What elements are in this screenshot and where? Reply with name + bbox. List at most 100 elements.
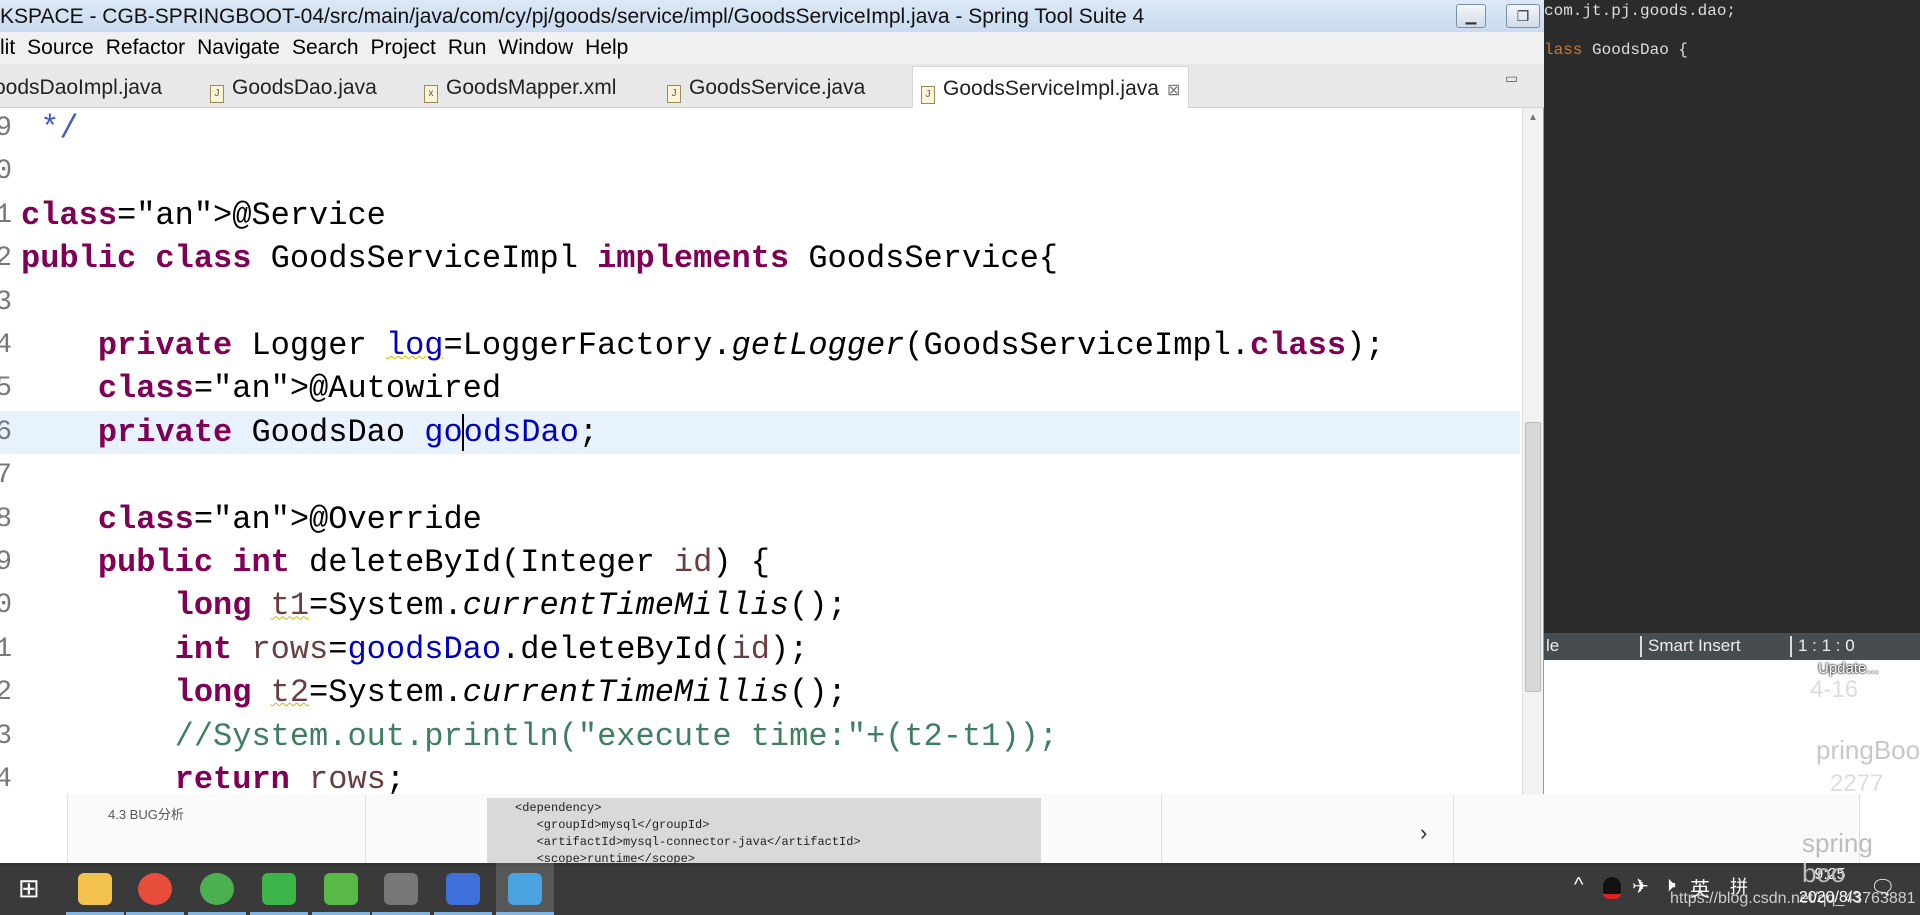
code-block-line: <artifactId>mysql-connector-java</artifa…: [515, 835, 861, 849]
line-number: 25: [0, 367, 12, 410]
cursor-position: 1 : 1 : 0: [1798, 636, 1855, 655]
code-text: class="an">@Override: [97, 500, 482, 538]
class-keyword: lass: [1544, 41, 1583, 59]
restore-button[interactable]: ❐: [1506, 4, 1540, 28]
code-text: public int deleteById(Integer id) {: [97, 544, 770, 581]
code-editor[interactable]: 19 */2021class="an">@Service22public cla…: [0, 108, 1544, 794]
wps-icon[interactable]: [446, 873, 480, 905]
close-tab-icon[interactable]: ⊠: [1167, 82, 1180, 99]
tab-label: GoodsMapper.xml: [446, 76, 617, 99]
code-line[interactable]: 34 return rows;: [0, 758, 1520, 794]
code-block-line: <dependency>: [515, 801, 602, 815]
faded-text: spring boo: [1802, 828, 1873, 888]
file-explorer-icon[interactable]: [78, 873, 112, 905]
code-block-line: <scope>runtime</scope>: [515, 852, 696, 863]
avatar-app-icon[interactable]: [384, 873, 418, 905]
menu-refactor[interactable]: Refactor: [106, 36, 185, 59]
airplane-mode-icon[interactable]: ✈: [1632, 874, 1649, 899]
line-number: 33: [0, 715, 12, 758]
menu-search[interactable]: Search: [292, 36, 359, 59]
line-number: 23: [0, 281, 12, 324]
spring-tool-suite-icon[interactable]: [324, 873, 358, 905]
section-heading[interactable]: 4.3 BUG分析: [108, 804, 184, 823]
insert-mode: Smart Insert: [1648, 636, 1741, 655]
line-number: 19: [0, 108, 12, 150]
scrollbar-thumb[interactable]: [1525, 422, 1541, 692]
title-bar: KSPACE - CGB-SPRINGBOOT-04/src/main/java…: [0, 0, 1544, 32]
menu-navigate[interactable]: Navigate: [197, 36, 280, 59]
code-text: public class GoodsServiceImpl implements…: [21, 240, 1058, 278]
editor-tab-bar: oodsDaoImpl.java J GoodsDao.java x GoodsMapp…: [0, 64, 1544, 108]
line-number: 29: [0, 541, 12, 584]
package-line: com.jt.pj.goods.dao;: [1544, 2, 1737, 20]
java-file-icon: J: [210, 85, 224, 103]
tab-label: oodsDaoImpl.java: [0, 76, 163, 99]
code-line[interactable]: 30 long t1=System.currentTimeMillis();: [0, 584, 1520, 627]
status-bar: le Smart Insert 1 : 1 : 0: [1544, 633, 1920, 660]
scroll-up-icon[interactable]: ▲: [1528, 112, 1538, 123]
line-number: 32: [0, 671, 12, 714]
menu-window[interactable]: Window: [498, 36, 573, 59]
faded-text: 4-16: [1810, 676, 1859, 703]
code-line[interactable]: 19 */: [0, 108, 1520, 150]
java-file-icon: J: [667, 85, 681, 103]
line-number: 21: [0, 194, 12, 237]
code-text: long t1=System.currentTimeMillis();: [174, 587, 847, 625]
tray-chevron-icon[interactable]: ^: [1574, 874, 1583, 897]
wechat-icon[interactable]: [262, 873, 296, 905]
start-icon[interactable]: ⊞: [18, 873, 52, 905]
chrome-icon[interactable]: [200, 873, 234, 905]
taskbar: ⊞ ^ ✈ 🕨 英 拼 9:25 2020/8/3 https://blog.c…: [0, 863, 1920, 915]
code-line[interactable]: 23: [0, 281, 1520, 324]
code-text: private GoodsDao goodsDao;: [97, 413, 599, 451]
minimize-view-icon[interactable]: ▭: [1505, 70, 1518, 87]
line-number: 27: [0, 454, 12, 497]
line-number: 26: [0, 411, 12, 454]
secondary-editor[interactable]: com.jt.pj.goods.dao; lass GoodsDao {: [1544, 0, 1920, 633]
code-line[interactable]: 25 class="an">@Autowired: [0, 367, 1520, 410]
code-text: private Logger log=LoggerFactory.getLogg…: [97, 327, 1385, 364]
remote-desktop-icon[interactable]: [508, 873, 542, 905]
code-line[interactable]: 21class="an">@Service: [0, 194, 1520, 237]
tab-goodsdao-java[interactable]: J GoodsDao.java: [210, 72, 377, 108]
code-line[interactable]: 33 //System.out.println("execute time:"+…: [0, 715, 1520, 758]
menu-project[interactable]: Project: [371, 36, 436, 59]
tab-goodsmapper-xml[interactable]: x GoodsMapper.xml: [424, 72, 616, 108]
code-line[interactable]: 22public class GoodsServiceImpl implemen…: [0, 237, 1520, 280]
line-number: 28: [0, 498, 12, 541]
menu-source[interactable]: Source: [27, 36, 94, 59]
editor-scrollbar[interactable]: ▲: [1522, 108, 1543, 794]
next-arrow-icon[interactable]: ›: [1420, 820, 1427, 846]
minimize-button[interactable]: ▁: [1456, 4, 1486, 28]
menu-help[interactable]: Help: [585, 36, 628, 59]
code-line[interactable]: 29 public int deleteById(Integer id) {: [0, 541, 1520, 584]
qq-icon[interactable]: [1603, 877, 1621, 899]
code-text: class="an">@Autowired: [97, 370, 502, 408]
code-line[interactable]: 26 private GoodsDao goodsDao;: [0, 410, 1520, 454]
code-line[interactable]: 28 class="an">@Override: [0, 498, 1520, 541]
code-text: long t2=System.currentTimeMillis();: [174, 674, 847, 712]
background-webpage: 4.3 BUG分析 <dependency> <groupId>mysql</g…: [0, 794, 1920, 863]
line-number: 31: [0, 628, 12, 671]
update-progress[interactable]: Update...: [1818, 660, 1879, 677]
class-line: lass GoodsDao {: [1544, 41, 1689, 59]
tab-goodsservice-java[interactable]: J GoodsService.java: [667, 72, 865, 108]
code-text: int rows=goodsDao.deleteById(id);: [174, 630, 809, 668]
code-line[interactable]: 31 int rows=goodsDao.deleteById(id);: [0, 628, 1520, 671]
browser-icon[interactable]: [138, 873, 172, 905]
code-line[interactable]: 20: [0, 150, 1520, 193]
menu-lit[interactable]: lit: [0, 36, 15, 59]
line-number: 22: [0, 237, 12, 280]
code-text: return rows;: [174, 761, 406, 794]
tab-goodsserviceimpl-java[interactable]: J GoodsServiceImpl.java ⊠: [912, 66, 1190, 108]
tab-oodsdaoimpl-java[interactable]: oodsDaoImpl.java: [0, 72, 162, 108]
tab-label: GoodsDao.java: [232, 76, 377, 99]
code-line[interactable]: 32 long t2=System.currentTimeMillis();: [0, 671, 1520, 714]
code-block-line: <groupId>mysql</groupId>: [515, 818, 710, 832]
code-line[interactable]: 27: [0, 454, 1520, 497]
line-number: 20: [0, 150, 12, 193]
line-number: 24: [0, 324, 12, 367]
menu-run[interactable]: Run: [448, 36, 487, 59]
window-title: KSPACE - CGB-SPRINGBOOT-04/src/main/java…: [0, 5, 1145, 28]
code-line[interactable]: 24 private Logger log=LoggerFactory.getL…: [0, 324, 1520, 367]
